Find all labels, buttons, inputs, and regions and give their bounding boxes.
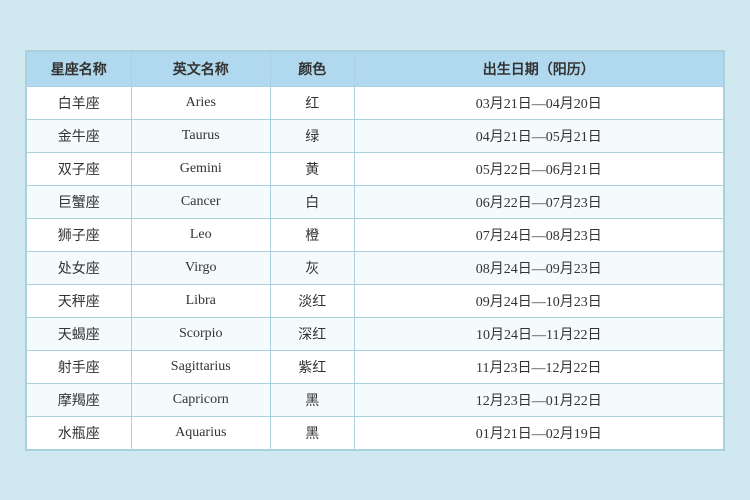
table-row: 摩羯座Capricorn黑12月23日—01月22日 (27, 383, 724, 416)
zodiac-table: 星座名称 英文名称 颜色 出生日期（阳历） 白羊座Aries红03月21日—04… (26, 51, 724, 450)
cell-en: Gemini (131, 152, 270, 185)
table-row: 狮子座Leo橙07月24日—08月23日 (27, 218, 724, 251)
cell-date: 01月21日—02月19日 (354, 416, 723, 449)
cell-date: 07月24日—08月23日 (354, 218, 723, 251)
cell-date: 10月24日—11月22日 (354, 317, 723, 350)
cell-date: 06月22日—07月23日 (354, 185, 723, 218)
header-zh: 星座名称 (27, 51, 132, 86)
cell-zh: 金牛座 (27, 119, 132, 152)
cell-en: Aquarius (131, 416, 270, 449)
cell-en: Leo (131, 218, 270, 251)
zodiac-table-container: 星座名称 英文名称 颜色 出生日期（阳历） 白羊座Aries红03月21日—04… (25, 50, 725, 451)
cell-en: Cancer (131, 185, 270, 218)
cell-color: 紫红 (270, 350, 354, 383)
cell-zh: 摩羯座 (27, 383, 132, 416)
table-body: 白羊座Aries红03月21日—04月20日金牛座Taurus绿04月21日—0… (27, 86, 724, 449)
cell-en: Sagittarius (131, 350, 270, 383)
cell-color: 黑 (270, 416, 354, 449)
table-row: 处女座Virgo灰08月24日—09月23日 (27, 251, 724, 284)
cell-zh: 天秤座 (27, 284, 132, 317)
cell-color: 深红 (270, 317, 354, 350)
cell-color: 黑 (270, 383, 354, 416)
cell-color: 淡红 (270, 284, 354, 317)
table-header-row: 星座名称 英文名称 颜色 出生日期（阳历） (27, 51, 724, 86)
cell-zh: 双子座 (27, 152, 132, 185)
cell-date: 03月21日—04月20日 (354, 86, 723, 119)
cell-en: Aries (131, 86, 270, 119)
cell-color: 黄 (270, 152, 354, 185)
table-row: 双子座Gemini黄05月22日—06月21日 (27, 152, 724, 185)
cell-zh: 巨蟹座 (27, 185, 132, 218)
table-row: 天蝎座Scorpio深红10月24日—11月22日 (27, 317, 724, 350)
header-color: 颜色 (270, 51, 354, 86)
cell-date: 09月24日—10月23日 (354, 284, 723, 317)
table-row: 金牛座Taurus绿04月21日—05月21日 (27, 119, 724, 152)
cell-color: 红 (270, 86, 354, 119)
cell-en: Taurus (131, 119, 270, 152)
table-row: 巨蟹座Cancer白06月22日—07月23日 (27, 185, 724, 218)
cell-date: 04月21日—05月21日 (354, 119, 723, 152)
cell-en: Capricorn (131, 383, 270, 416)
cell-zh: 处女座 (27, 251, 132, 284)
table-row: 射手座Sagittarius紫红11月23日—12月22日 (27, 350, 724, 383)
table-row: 天秤座Libra淡红09月24日—10月23日 (27, 284, 724, 317)
table-row: 白羊座Aries红03月21日—04月20日 (27, 86, 724, 119)
cell-date: 12月23日—01月22日 (354, 383, 723, 416)
table-row: 水瓶座Aquarius黑01月21日—02月19日 (27, 416, 724, 449)
cell-en: Virgo (131, 251, 270, 284)
cell-zh: 射手座 (27, 350, 132, 383)
cell-zh: 白羊座 (27, 86, 132, 119)
cell-color: 白 (270, 185, 354, 218)
cell-date: 11月23日—12月22日 (354, 350, 723, 383)
cell-color: 灰 (270, 251, 354, 284)
cell-en: Libra (131, 284, 270, 317)
cell-color: 绿 (270, 119, 354, 152)
header-en: 英文名称 (131, 51, 270, 86)
cell-zh: 天蝎座 (27, 317, 132, 350)
header-date: 出生日期（阳历） (354, 51, 723, 86)
cell-zh: 狮子座 (27, 218, 132, 251)
cell-date: 08月24日—09月23日 (354, 251, 723, 284)
cell-date: 05月22日—06月21日 (354, 152, 723, 185)
cell-color: 橙 (270, 218, 354, 251)
cell-en: Scorpio (131, 317, 270, 350)
cell-zh: 水瓶座 (27, 416, 132, 449)
